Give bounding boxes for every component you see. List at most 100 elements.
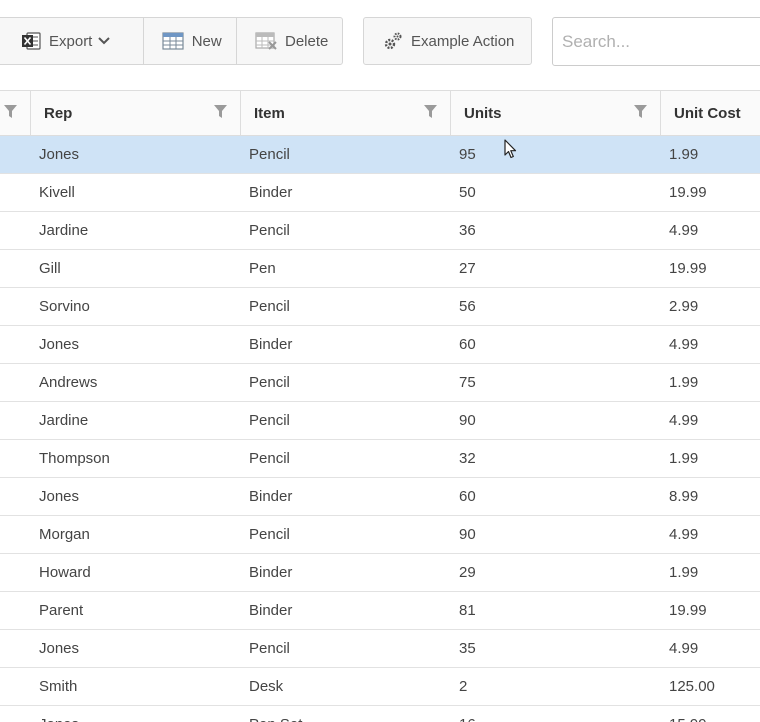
cell-units: 60	[459, 488, 476, 505]
cell-units: 90	[459, 526, 476, 543]
cell-item: Desk	[249, 678, 284, 695]
cell-units: 27	[459, 260, 476, 277]
search-input[interactable]	[552, 17, 760, 66]
table-row[interactable]: Andrews Pencil 75 1.99	[0, 364, 760, 402]
cell-unit-cost: 1.99	[669, 146, 699, 163]
cell-item: Pencil	[249, 298, 290, 315]
cell-rep: Jones	[39, 640, 80, 657]
cell-item: Pencil	[249, 222, 290, 239]
column-header-rep[interactable]: Rep	[30, 91, 241, 135]
filter-icon[interactable]	[214, 105, 227, 123]
table-row[interactable]: Jones Pencil 35 4.99	[0, 630, 760, 668]
example-action-button[interactable]: Example Action	[364, 18, 531, 64]
cell-rep: Sorvino	[39, 298, 90, 315]
column-header-unit-cost[interactable]: Unit Cost	[660, 91, 760, 135]
cell-units: 95	[459, 146, 476, 163]
cell-units: 50	[459, 184, 476, 201]
column-header-label: Item	[254, 104, 285, 122]
table-row[interactable]: Jardine Pencil 36 4.99	[0, 212, 760, 250]
gears-icon	[383, 31, 403, 51]
cell-units: 81	[459, 602, 476, 619]
table-new-icon	[162, 32, 184, 50]
new-label: New	[191, 32, 222, 50]
cell-units: 32	[459, 450, 476, 467]
cell-unit-cost: 4.99	[669, 526, 699, 543]
filter-icon[interactable]	[4, 105, 17, 123]
cell-item: Pencil	[249, 412, 290, 429]
table-row[interactable]: Smith Desk 2 125.00	[0, 668, 760, 706]
table-row[interactable]: Thompson Pencil 32 1.99	[0, 440, 760, 478]
cell-unit-cost: 19.99	[669, 260, 707, 277]
cell-item: Pencil	[249, 374, 290, 391]
column-header-partial[interactable]	[0, 91, 31, 135]
cell-item: Pencil	[249, 640, 290, 657]
cell-rep: Kivell	[39, 184, 75, 201]
cell-item: Binder	[249, 488, 293, 505]
cell-unit-cost: 15.99	[669, 706, 707, 722]
cell-item: Pen	[249, 260, 276, 277]
cell-unit-cost: 1.99	[669, 564, 699, 581]
custom-actions-group: Example Action	[363, 17, 532, 65]
export-button[interactable]: Export	[0, 18, 143, 64]
chevron-down-icon	[98, 37, 111, 45]
cell-unit-cost: 19.99	[669, 184, 707, 201]
cell-item: Binder	[249, 602, 293, 619]
cell-rep: Jones	[39, 146, 80, 163]
cell-item: Binder	[249, 184, 293, 201]
cell-item: Pen Set	[249, 706, 302, 722]
cell-unit-cost: 4.99	[669, 412, 699, 429]
excel-icon	[21, 31, 41, 51]
column-header-label: Unit Cost	[674, 104, 741, 122]
cell-unit-cost: 4.99	[669, 336, 699, 353]
cell-item: Binder	[249, 564, 293, 581]
cell-rep: Morgan	[39, 526, 90, 543]
cell-unit-cost: 19.99	[669, 602, 707, 619]
grid-header: Rep Item Units Unit Cost	[0, 90, 760, 136]
cell-units: 36	[459, 222, 476, 239]
delete-button[interactable]: Delete	[236, 18, 342, 64]
cell-units: 56	[459, 298, 476, 315]
filter-icon[interactable]	[634, 105, 647, 123]
cell-rep: Jones	[39, 336, 80, 353]
table-row[interactable]: Parent Binder 81 19.99	[0, 592, 760, 630]
data-grid: Rep Item Units Unit Cost Jones Pencil 95 1.…	[0, 90, 760, 722]
new-button[interactable]: New	[142, 18, 236, 64]
table-row[interactable]: Jones Binder 60 4.99	[0, 326, 760, 364]
table-row[interactable]: Kivell Binder 50 19.99	[0, 174, 760, 212]
table-row[interactable]: Jardine Pencil 90 4.99	[0, 402, 760, 440]
cell-rep: Andrews	[39, 374, 98, 391]
cell-units: 2	[459, 678, 468, 695]
table-delete-icon	[255, 32, 277, 50]
column-header-label: Rep	[44, 104, 73, 122]
cell-rep: Jardine	[39, 412, 89, 429]
export-label: Export	[49, 32, 93, 50]
column-header-units[interactable]: Units	[450, 91, 661, 135]
table-row[interactable]: Sorvino Pencil 56 2.99	[0, 288, 760, 326]
cell-item: Pencil	[249, 450, 290, 467]
cell-item: Pencil	[249, 146, 290, 163]
table-row[interactable]: Jones Pen Set 16 15.99	[0, 706, 760, 722]
table-row[interactable]: Howard Binder 29 1.99	[0, 554, 760, 592]
column-header-label: Units	[464, 104, 502, 122]
cell-units: 60	[459, 336, 476, 353]
cell-unit-cost: 2.99	[669, 298, 699, 315]
column-header-item[interactable]: Item	[240, 91, 451, 135]
cell-units: 35	[459, 640, 476, 657]
cell-unit-cost: 1.99	[669, 374, 699, 391]
table-row[interactable]: Jones Binder 60 8.99	[0, 478, 760, 516]
cell-units: 16	[459, 706, 476, 722]
table-row[interactable]: Jones Pencil 95 1.99	[0, 136, 760, 174]
cell-unit-cost: 4.99	[669, 640, 699, 657]
table-row[interactable]: Gill Pen 27 19.99	[0, 250, 760, 288]
filter-icon[interactable]	[424, 105, 437, 123]
cell-rep: Smith	[39, 678, 78, 695]
cell-item: Binder	[249, 336, 293, 353]
cell-units: 75	[459, 374, 476, 391]
cell-units: 90	[459, 412, 476, 429]
cell-rep: Jones	[39, 706, 79, 722]
cell-unit-cost: 4.99	[669, 222, 699, 239]
cell-rep: Jones	[39, 488, 80, 505]
cell-rep: Gill	[39, 260, 61, 277]
table-row[interactable]: Morgan Pencil 90 4.99	[0, 516, 760, 554]
mouse-cursor-icon	[504, 139, 518, 165]
